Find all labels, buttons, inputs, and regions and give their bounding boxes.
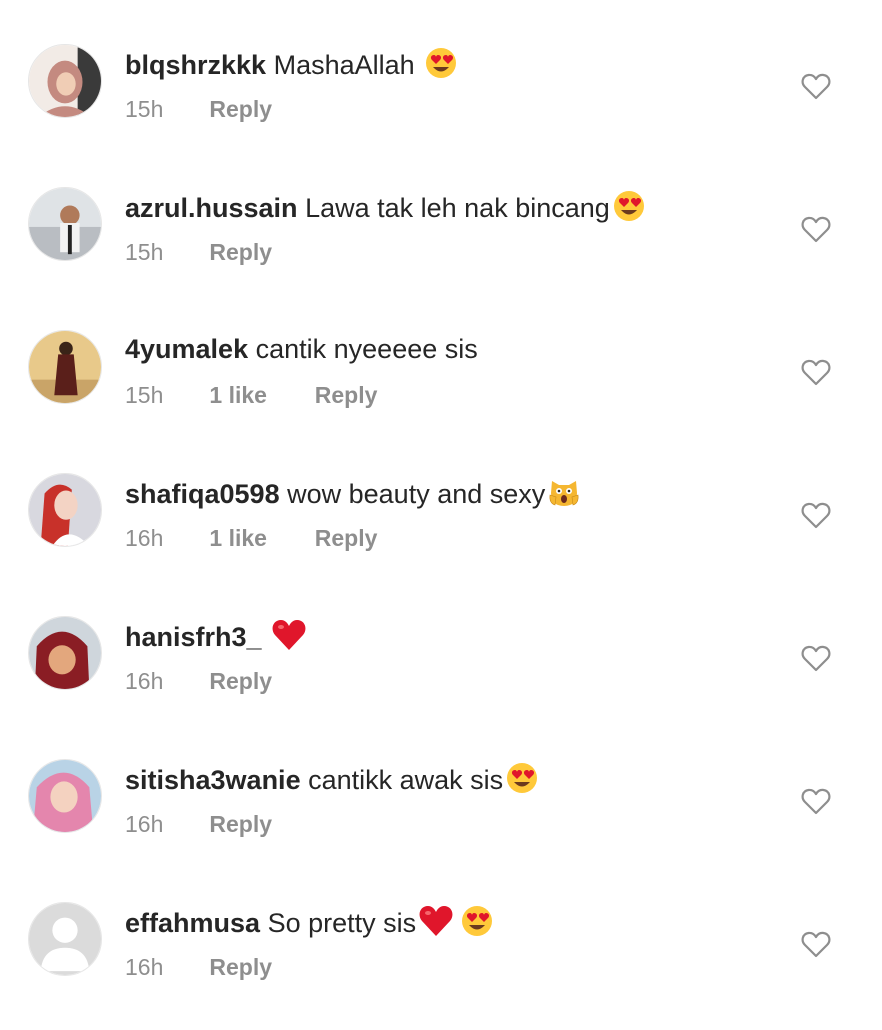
comment-likes[interactable]: 1 like [209,380,308,410]
comment-body: cantik nyeeeee sis [255,334,478,364]
reply-button[interactable]: Reply [315,380,378,410]
comment-item: effahmusa So pretty sis 16h Reply [0,900,882,1030]
comment-text: hanisfrh3_ [125,618,307,654]
comment-meta: 15h Reply [125,94,272,124]
comment-meta: 15h Reply [125,237,272,267]
person-silhouette-icon [29,903,101,975]
heart-outline-icon[interactable] [801,358,831,386]
comments-list: blqshrzkkk MashaAllah 15h Reply azrul.hu… [0,0,882,1024]
comment-username[interactable]: 4yumalek [125,334,248,364]
scream-cat-emoji-icon [547,475,581,509]
comment-item: sitisha3wanie cantikk awak sis 16h Reply [0,757,882,887]
avatar[interactable] [28,902,102,976]
comment-username[interactable]: blqshrzkkk [125,50,266,80]
comment-meta: 15h 1 like Reply [125,380,377,410]
comment-username[interactable]: hanisfrh3_ [125,622,262,652]
avatar[interactable] [28,759,102,833]
heart-outline-icon[interactable] [801,215,831,243]
comment-text: sitisha3wanie cantikk awak sis [125,761,539,797]
comment-meta: 16h Reply [125,952,272,982]
heart-eyes-emoji-icon [460,904,494,938]
comment-body: cantikk awak sis [308,765,504,795]
reply-button[interactable]: Reply [209,809,272,839]
avatar[interactable] [28,616,102,690]
reply-button[interactable]: Reply [209,666,272,696]
comment-username[interactable]: sitisha3wanie [125,765,301,795]
comment-time: 16h [125,811,164,837]
heart-outline-icon[interactable] [801,644,831,672]
comment-time: 15h [125,382,164,408]
comment-time: 16h [125,954,164,980]
reply-button[interactable]: Reply [209,94,272,124]
comment-time: 15h [125,96,164,122]
comment-text: effahmusa So pretty sis [125,904,494,940]
comment-meta: 16h 1 like Reply [125,523,377,553]
comment-item: shafiqa0598 wow beauty and sexy 16h 1 li… [0,471,882,601]
comment-text: shafiqa0598 wow beauty and sexy [125,475,581,511]
comment-time: 16h [125,668,164,694]
comment-likes[interactable]: 1 like [209,523,308,553]
heart-outline-icon[interactable] [801,787,831,815]
heart-eyes-emoji-icon [505,761,539,795]
avatar[interactable] [28,473,102,547]
reply-button[interactable]: Reply [315,523,378,553]
comment-username[interactable]: shafiqa0598 [125,479,280,509]
red-heart-emoji-icon [418,904,454,938]
comment-meta: 16h Reply [125,809,272,839]
comment-item: blqshrzkkk MashaAllah 15h Reply [0,42,882,172]
comment-item: azrul.hussain Lawa tak leh nak bincang 1… [0,185,882,315]
comment-time: 15h [125,239,164,265]
heart-outline-icon[interactable] [801,72,831,100]
reply-button[interactable]: Reply [209,237,272,267]
avatar[interactable] [28,44,102,118]
heart-outline-icon[interactable] [801,501,831,529]
comment-username[interactable]: effahmusa [125,908,260,938]
comment-body: Lawa tak leh nak bincang [305,193,610,223]
heart-eyes-emoji-icon [424,46,458,80]
avatar[interactable] [28,187,102,261]
comment-time: 16h [125,525,164,551]
comment-text: blqshrzkkk MashaAllah [125,46,458,82]
heart-eyes-emoji-icon [612,189,646,223]
comment-body: MashaAllah [273,50,423,80]
comment-username[interactable]: azrul.hussain [125,193,298,223]
heart-outline-icon[interactable] [801,930,831,958]
reply-button[interactable]: Reply [209,952,272,982]
comment-body: wow beauty and sexy [287,479,546,509]
red-heart-emoji-icon [271,618,307,652]
comment-item: hanisfrh3_ 16h Reply [0,614,882,744]
comment-text: 4yumalek cantik nyeeeee sis [125,332,478,366]
comment-meta: 16h Reply [125,666,272,696]
comment-item: 4yumalek cantik nyeeeee sis 15h 1 like R… [0,328,882,458]
comment-text: azrul.hussain Lawa tak leh nak bincang [125,189,646,225]
comment-body: So pretty sis [267,908,417,938]
avatar[interactable] [28,330,102,404]
